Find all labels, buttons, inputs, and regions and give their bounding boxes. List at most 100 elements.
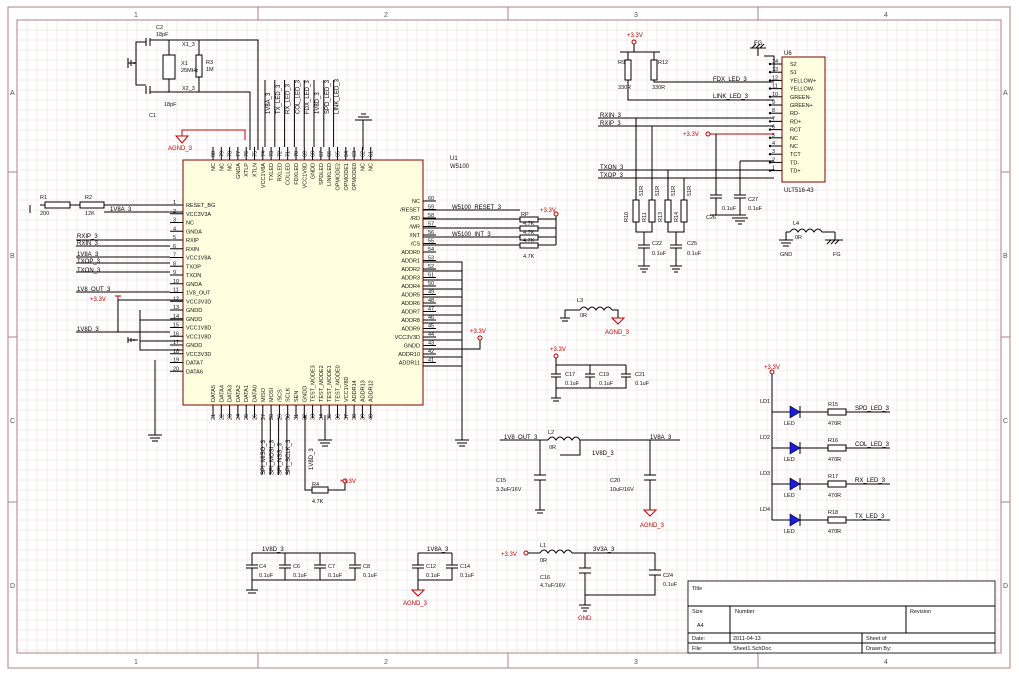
u1-pin-name-62: NC bbox=[360, 163, 366, 171]
led-res-r18 bbox=[827, 516, 847, 524]
led-label-1: LED bbox=[784, 457, 795, 463]
net-link-u6: LINK_LED_3 bbox=[713, 94, 749, 100]
led-net-0: SPD_LED_3 bbox=[855, 406, 890, 412]
u6-pin-name-4: NC bbox=[790, 144, 798, 150]
r1-resistor bbox=[44, 201, 71, 209]
u1-part: W5100 bbox=[450, 164, 470, 170]
led-res-val-2: 470R bbox=[828, 493, 841, 499]
r4-ref: R4 bbox=[312, 482, 319, 488]
u1-pin-num-79: 79 bbox=[219, 151, 225, 157]
agnd-l2: AGND_3 bbox=[640, 523, 665, 529]
u1-pin-num-51: 51 bbox=[428, 273, 434, 279]
tb-file: File: bbox=[692, 646, 703, 652]
u1-pin-num-8: 8 bbox=[173, 261, 176, 267]
top-net-0: 1V8A_3 bbox=[266, 92, 272, 114]
u1-pin-num-68: 68 bbox=[311, 151, 317, 157]
decoupling-group-1: +3.3V C17 0.1uF C19 0.1uF C21 0.1uF bbox=[550, 347, 650, 402]
u1-pin-name-1: RESET_BG bbox=[186, 203, 215, 209]
r11-ref: R11 bbox=[642, 212, 648, 222]
u1-pin-num-48: 48 bbox=[428, 298, 434, 304]
u1-pin-num-12: 12 bbox=[173, 296, 179, 302]
led-ref-3: LD4 bbox=[760, 507, 770, 513]
l3-ref: L3 bbox=[577, 298, 583, 304]
net-rxin: RXIN_3 bbox=[77, 241, 99, 247]
l2-val: 0R bbox=[549, 445, 556, 451]
led-ld2-symbol bbox=[789, 441, 801, 455]
u1-pin-name-25: DATA1 bbox=[244, 385, 250, 402]
u1-pin-num-60: 60 bbox=[428, 196, 434, 202]
u1-pin-name-6: RXIN bbox=[186, 247, 199, 253]
u1-pin-num-66: 66 bbox=[327, 151, 333, 157]
c14-ref: C14 bbox=[460, 564, 470, 570]
u1-pin-name-46: ADDR8 bbox=[401, 318, 420, 324]
u6-pin-num-1: 1 bbox=[772, 166, 775, 172]
c1-ref: C1 bbox=[149, 113, 156, 119]
top-gnd bbox=[355, 113, 372, 150]
u1-pin-num-67: 67 bbox=[319, 151, 325, 157]
r13-ref: R13 bbox=[658, 212, 664, 222]
u1-pin-num-55: 55 bbox=[428, 239, 434, 245]
u1-pin-num-11: 11 bbox=[173, 288, 179, 294]
c12-ref: C12 bbox=[426, 564, 436, 570]
u1-pin-num-4: 4 bbox=[173, 226, 176, 232]
x1-crystal bbox=[162, 54, 176, 80]
rp-val1: 4.7K bbox=[523, 221, 535, 227]
u1-pin-num-37: 37 bbox=[344, 414, 350, 420]
tb-title: Title bbox=[692, 586, 702, 592]
l4-val: 0R bbox=[795, 235, 802, 241]
led-ref-0: LD1 bbox=[760, 399, 770, 405]
net-rxin-u6: RXIN_3 bbox=[600, 113, 622, 119]
rp-ref: RP bbox=[521, 212, 529, 218]
u1-pin-num-56: 56 bbox=[428, 230, 434, 236]
led-label-2: LED bbox=[784, 493, 795, 499]
u1-pin-num-54: 54 bbox=[428, 247, 434, 253]
u6-pin-num-12: 12 bbox=[772, 75, 778, 81]
net-33v-left: +3.3V bbox=[90, 297, 106, 303]
u1-pin-name-63: OPMODE0 bbox=[352, 163, 358, 191]
u6-pin-num-13: 13 bbox=[772, 67, 778, 73]
net-33v-c17: +3.3V bbox=[550, 347, 566, 353]
tb-size-val: A4 bbox=[697, 623, 704, 629]
l1-ref: L1 bbox=[540, 543, 546, 549]
u1-pin-name-64: OPMODE1 bbox=[344, 163, 350, 191]
u1-pin-name-4: GNDA bbox=[186, 229, 202, 235]
u1-pin-name-27: MISO bbox=[261, 387, 267, 402]
u1-pin-num-49: 49 bbox=[428, 290, 434, 296]
u1-pin-name-17: GNDD bbox=[186, 343, 202, 349]
u1-pin-num-75: 75 bbox=[253, 151, 259, 157]
agnd-l3: AGND_3 bbox=[605, 330, 630, 336]
led-res-ref-1: R16 bbox=[828, 438, 838, 444]
u1-pin-num-13: 13 bbox=[173, 305, 179, 311]
u1-pin-name-5: RXIP bbox=[186, 238, 199, 244]
r3-val: 1M bbox=[206, 67, 214, 73]
net-1v8d-left: 1V8D_3 bbox=[77, 327, 99, 333]
zone-row-left-C: C bbox=[10, 418, 15, 425]
u1-pin-num-23: 23 bbox=[228, 414, 234, 420]
u6-pin-name-3: TCT bbox=[790, 152, 801, 158]
agnd-c12: AGND_3 bbox=[403, 601, 428, 607]
u1-pin-name-52: ADDR2 bbox=[401, 267, 420, 273]
u1-pin-name-43: GNDD bbox=[404, 344, 420, 350]
zone-col-top-2: 2 bbox=[384, 12, 388, 19]
title-block: Title Size A4 Number Revision Date: 2011… bbox=[687, 580, 996, 654]
u1-pin-name-21: DATA5 bbox=[211, 385, 217, 402]
tb-drawn: Drawn By: bbox=[866, 646, 892, 652]
r12-ref: R12 bbox=[658, 60, 668, 66]
u1-pin-num-44: 44 bbox=[428, 332, 434, 338]
u1-pin-name-48: ADDR6 bbox=[401, 301, 420, 307]
top-net-5: 1V8D_3 bbox=[315, 92, 321, 114]
u1-pin-num-50: 50 bbox=[428, 281, 434, 287]
u1-pin-name-11: 1V8_OUT bbox=[186, 291, 211, 297]
u1-pin-name-31: SEN bbox=[294, 391, 300, 402]
u1-pin-name-38: ADDR14 bbox=[352, 380, 358, 402]
u1-pin-num-20: 20 bbox=[173, 366, 179, 372]
net-1v8out-l2: 1V8_OUT_3 bbox=[504, 435, 538, 441]
u1-pin-num-47: 47 bbox=[428, 307, 434, 313]
r9-ref: R9 bbox=[618, 60, 625, 66]
u1-pin-num-26: 26 bbox=[253, 414, 259, 420]
u1-pin-name-10: GNDA bbox=[186, 282, 202, 288]
u6-pin-name-14: S2 bbox=[790, 62, 797, 68]
u1-pin-num-74: 74 bbox=[261, 151, 267, 157]
inner-border bbox=[16, 19, 1002, 654]
u1-pin-num-76: 76 bbox=[244, 151, 250, 157]
